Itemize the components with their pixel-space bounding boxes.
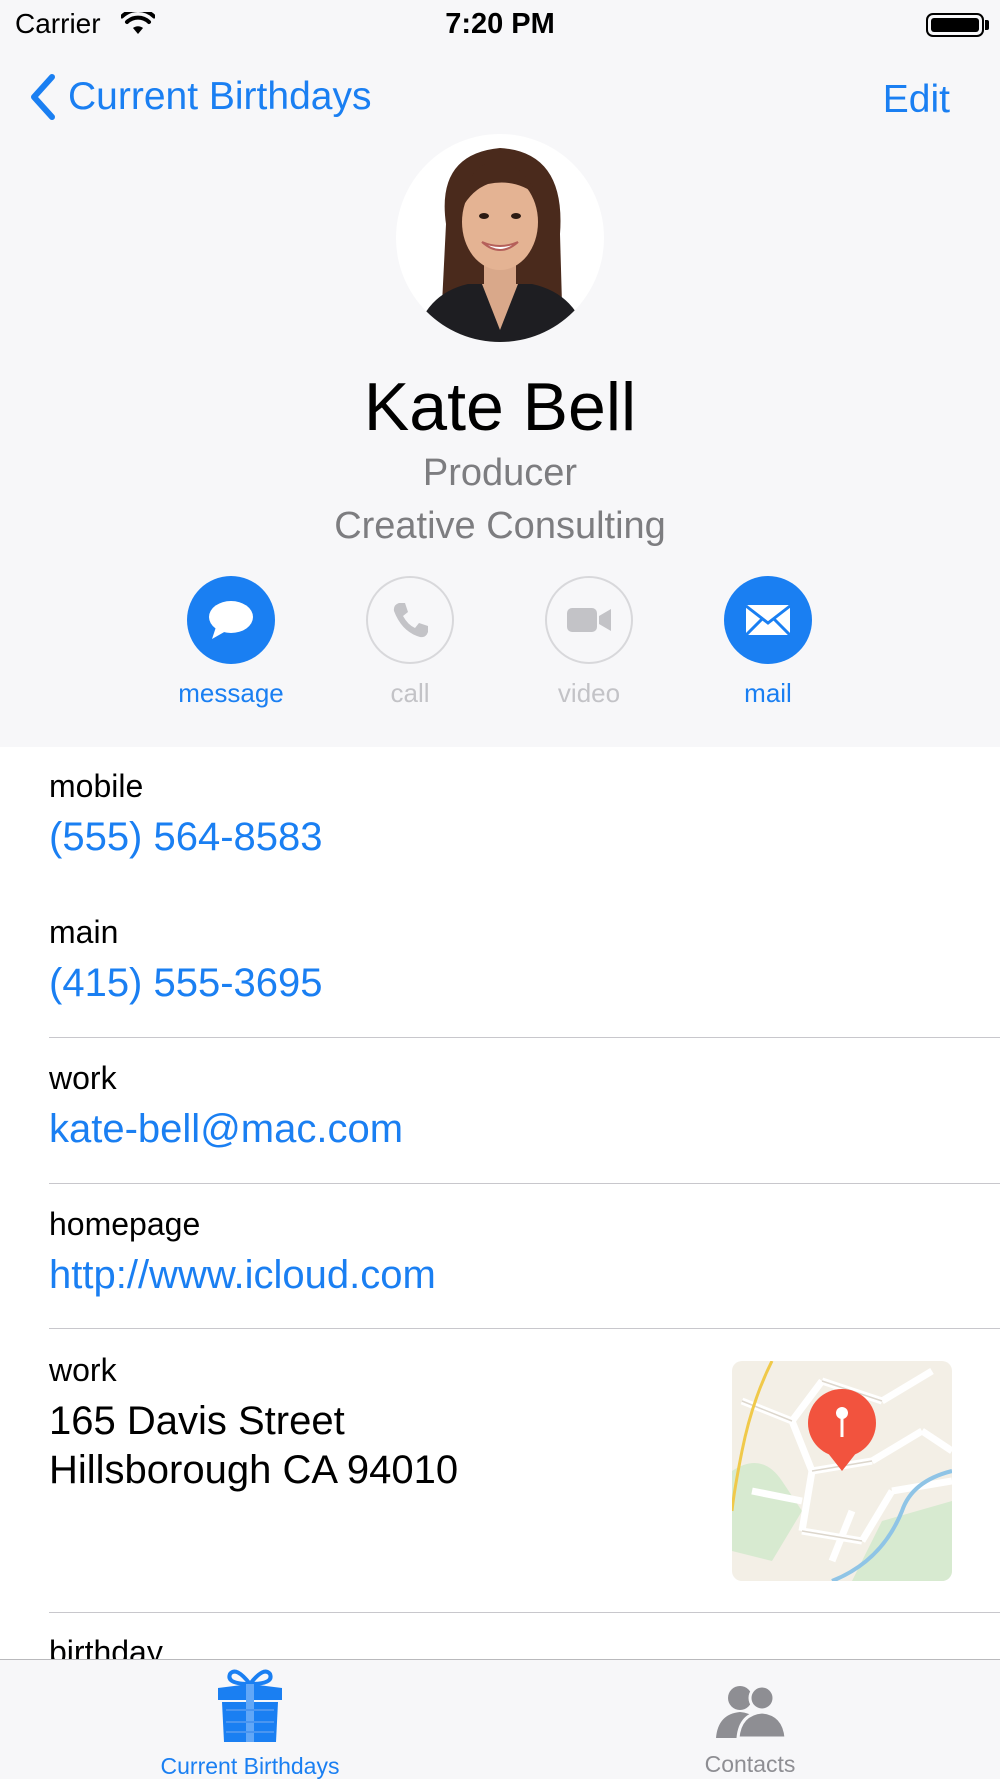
contact-job-title: Producer [422, 452, 578, 494]
video-action[interactable]: video [529, 576, 649, 709]
main-phone-row[interactable]: main (415) 555-3695 [49, 914, 1000, 1006]
row-divider [49, 1183, 1000, 1184]
chevron-left-icon [31, 74, 55, 120]
back-button[interactable]: Current Birthdays [28, 73, 371, 121]
main-phone-link[interactable]: (415) 555-3695 [49, 961, 1000, 1006]
status-bar: Carrier 7:20 PM [0, 0, 1000, 50]
tab-contacts[interactable]: Contacts [600, 1660, 900, 1778]
status-time: 7:20 PM [445, 8, 555, 40]
mobile-phone-link[interactable]: (555) 564-8583 [49, 815, 1000, 860]
work-email-row[interactable]: work kate-bell@mac.com [49, 1060, 1000, 1152]
tab-label: Contacts [704, 1751, 796, 1777]
edit-button[interactable]: Edit [883, 78, 950, 122]
contacts-icon [716, 1684, 788, 1740]
call-action[interactable]: call [350, 576, 470, 709]
contact-company: Creative Consulting [334, 505, 666, 547]
battery-cap [985, 20, 989, 30]
field-label: main [49, 914, 119, 950]
call-action-label: call [390, 678, 430, 708]
work-email-link[interactable]: kate-bell@mac.com [49, 1107, 1000, 1152]
phone-icon[interactable] [366, 576, 454, 664]
row-divider [49, 1037, 1000, 1038]
avatar [396, 134, 604, 342]
message-bubble-icon[interactable] [187, 576, 275, 664]
battery-icon [926, 13, 984, 37]
contact-name: Kate Bell [363, 369, 637, 445]
address-map-thumbnail[interactable] [732, 1361, 952, 1581]
mail-action[interactable]: mail [708, 576, 828, 709]
field-label: work [49, 1060, 117, 1096]
mobile-phone-row[interactable]: mobile (555) 564-8583 [49, 768, 1000, 860]
gift-icon [218, 1669, 282, 1742]
mail-action-label: mail [744, 678, 792, 708]
message-action-label: message [178, 678, 284, 708]
video-action-label: video [557, 678, 621, 708]
row-divider [49, 1328, 1000, 1329]
tab-label: Current Birthdays [160, 1753, 340, 1779]
video-camera-icon[interactable] [545, 576, 633, 664]
homepage-row[interactable]: homepage http://www.icloud.com [49, 1206, 1000, 1298]
envelope-icon[interactable] [724, 576, 812, 664]
row-divider [49, 1612, 1000, 1613]
tab-current-birthdays[interactable]: Current Birthdays [100, 1660, 400, 1780]
message-action[interactable]: message [171, 576, 291, 709]
tab-bar: Current Birthdays Contacts [0, 1659, 1000, 1779]
homepage-link[interactable]: http://www.icloud.com [49, 1253, 1000, 1298]
field-label: mobile [49, 768, 144, 804]
back-button-label: Current Birthdays [68, 75, 372, 118]
field-label: homepage [49, 1206, 201, 1242]
